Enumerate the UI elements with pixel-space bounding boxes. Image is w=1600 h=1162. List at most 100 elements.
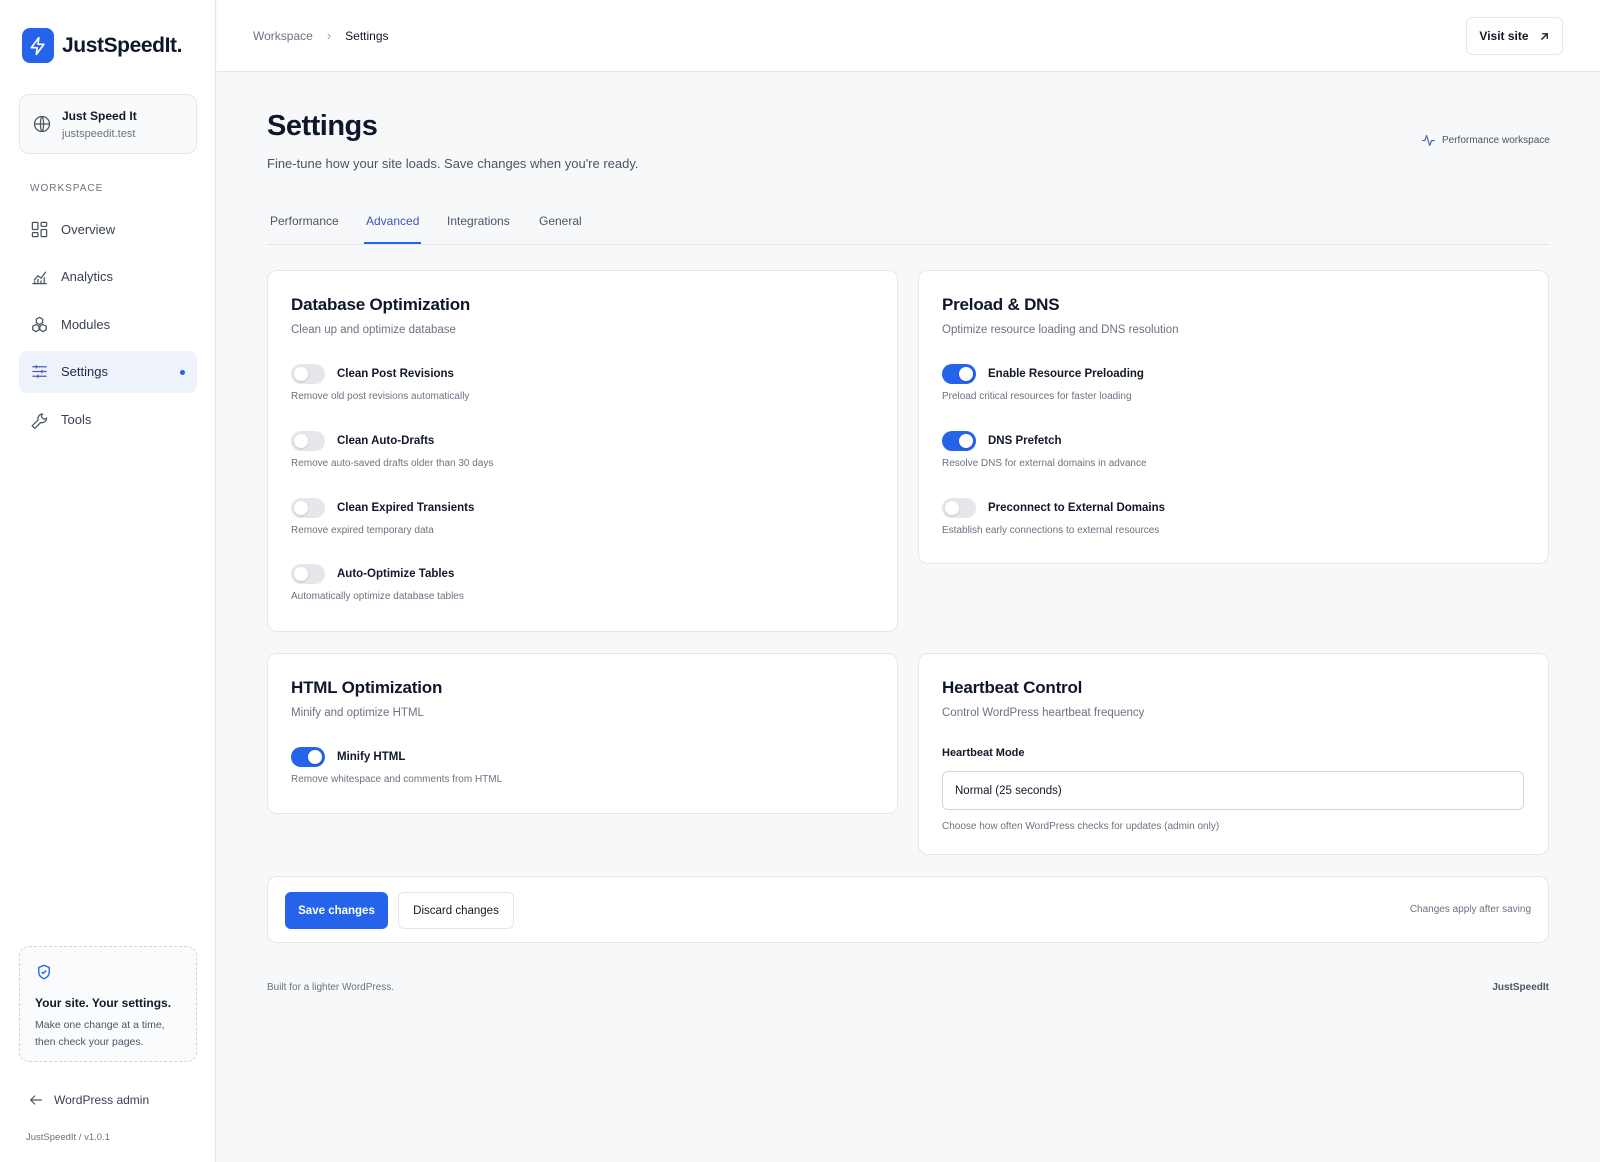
auto-optimize-tables-toggle[interactable] — [291, 564, 325, 584]
visit-site-button[interactable]: Visit site — [1466, 17, 1563, 55]
visit-site-label: Visit site — [1479, 29, 1529, 43]
sidebar-nav: Overview Analytics Modules Settings Tool… — [19, 208, 197, 446]
option-label: Clean Expired Transients — [337, 502, 475, 514]
option-label: Auto-Optimize Tables — [337, 568, 455, 580]
card-title: Heartbeat Control — [942, 678, 1083, 697]
enable-resource-preloading-toggle[interactable] — [942, 364, 976, 384]
option-description: Resolve DNS for external domains in adva… — [942, 458, 1147, 469]
performance-workspace-label: Performance workspace — [1442, 135, 1550, 146]
globe-icon — [33, 115, 51, 133]
option-description: Automatically optimize database tables — [291, 591, 464, 602]
grid-icon — [31, 221, 48, 237]
option-description: Remove auto-saved drafts older than 30 d… — [291, 458, 494, 469]
toggle-knob — [294, 567, 308, 581]
tab-general[interactable]: General — [539, 214, 582, 228]
settings-tabs: Performance Advanced Integrations Genera… — [267, 205, 1549, 245]
option-label: DNS Prefetch — [988, 435, 1062, 447]
breadcrumb: Workspace › Settings — [253, 28, 389, 43]
toggle-knob — [959, 434, 973, 448]
activity-icon — [1422, 134, 1435, 147]
sliders-icon — [32, 365, 47, 378]
chart-icon — [32, 271, 47, 285]
sidebar-item-label: Tools — [61, 411, 92, 427]
external-arrow-icon — [1540, 32, 1548, 40]
option-description: Establish early connections to external … — [942, 525, 1160, 536]
option-label: Enable Resource Preloading — [988, 368, 1144, 380]
topbar: Workspace › Settings Visit site — [217, 0, 1600, 72]
tab-advanced[interactable]: Advanced — [366, 214, 419, 228]
option-clean-post-revisions: Clean Post Revisions Remove old post rev… — [291, 364, 851, 402]
heartbeat-mode-select[interactable]: Normal (25 seconds) — [942, 771, 1524, 810]
option-enable-resource-preloading: Enable Resource Preloading Preload criti… — [942, 364, 1502, 402]
save-bar: Save changes Discard changes Changes app… — [267, 876, 1549, 943]
option-preconnect-external-domains: Preconnect to External Domains Establish… — [942, 498, 1502, 536]
option-minify-html: Minify HTML Remove whitespace and commen… — [291, 747, 851, 785]
sidebar-item-tools[interactable]: Tools — [19, 398, 197, 440]
option-auto-optimize-tables: Auto-Optimize Tables Automatically optim… — [291, 564, 851, 602]
page-title: Settings — [267, 110, 378, 142]
breadcrumb-workspace[interactable]: Workspace — [253, 29, 313, 43]
sidebar-item-analytics[interactable]: Analytics — [19, 256, 197, 298]
option-description: Remove expired temporary data — [291, 525, 434, 536]
card-subtitle: Minify and optimize HTML — [291, 707, 424, 719]
option-label: Clean Auto-Drafts — [337, 435, 435, 447]
card-title: HTML Optimization — [291, 678, 443, 697]
footer-tagline: Built for a lighter WordPress. — [267, 982, 395, 993]
workspace-section-label: WORKSPACE — [30, 183, 104, 194]
tip-title: Your site. Your settings. — [35, 996, 172, 1010]
clean-expired-transients-toggle[interactable] — [291, 498, 325, 518]
save-changes-button[interactable]: Save changes — [285, 892, 388, 929]
breadcrumb-current: Settings — [345, 28, 389, 43]
brand-logo[interactable]: JustSpeedIt. — [22, 28, 182, 63]
heartbeat-mode-help: Choose how often WordPress checks for up… — [942, 821, 1220, 832]
sidebar-item-overview[interactable]: Overview — [19, 208, 197, 250]
clean-post-revisions-toggle[interactable] — [291, 364, 325, 384]
toggle-knob — [959, 367, 973, 381]
html-optimization-card: HTML Optimization Minify and optimize HT… — [267, 653, 898, 814]
wrench-icon — [31, 412, 48, 429]
tip-card: Your site. Your settings. Make one chang… — [19, 946, 197, 1062]
heartbeat-mode-value: Normal (25 seconds) — [955, 784, 1062, 797]
card-subtitle: Control WordPress heartbeat frequency — [942, 707, 1145, 719]
sidebar-item-label: Settings — [61, 364, 108, 379]
sidebar-item-label: Modules — [61, 316, 111, 332]
shield-check-icon — [38, 964, 50, 980]
dns-prefetch-toggle[interactable] — [942, 431, 976, 451]
option-description: Remove old post revisions automatically — [291, 391, 470, 402]
lightning-icon — [22, 28, 54, 63]
discard-changes-button[interactable]: Discard changes — [398, 892, 514, 929]
preload-dns-card: Preload & DNS Optimize resource loading … — [918, 270, 1549, 564]
heartbeat-mode-label: Heartbeat Mode — [942, 747, 1025, 759]
sidebar: JustSpeedIt. Just Speed It justspeedit.t… — [0, 0, 216, 1162]
card-subtitle: Optimize resource loading and DNS resolu… — [942, 324, 1179, 336]
site-name: Just Speed It — [62, 108, 137, 123]
save-note: Changes apply after saving — [1409, 904, 1531, 915]
active-indicator-dot — [180, 369, 185, 375]
preconnect-external-domains-toggle[interactable] — [942, 498, 976, 518]
toggle-knob — [945, 501, 959, 515]
option-clean-auto-drafts: Clean Auto-Drafts Remove auto-saved draf… — [291, 431, 851, 469]
minify-html-toggle[interactable] — [291, 747, 325, 767]
brand-name: JustSpeedIt. — [62, 33, 183, 57]
card-title: Preload & DNS — [942, 295, 1060, 314]
sidebar-item-settings[interactable]: Settings — [19, 350, 197, 393]
toggle-knob — [294, 367, 308, 381]
breadcrumb-separator: › — [326, 28, 332, 43]
tab-performance[interactable]: Performance — [270, 214, 339, 228]
option-description: Remove whitespace and comments from HTML — [291, 774, 503, 785]
toggle-knob — [294, 434, 308, 448]
wordpress-admin-link[interactable]: WordPress admin — [28, 1092, 149, 1108]
sidebar-item-modules[interactable]: Modules — [19, 303, 197, 345]
option-label: Preconnect to External Domains — [988, 502, 1166, 514]
wordpress-admin-label: WordPress admin — [54, 1093, 150, 1107]
tab-integrations[interactable]: Integrations — [447, 214, 510, 228]
option-dns-prefetch: DNS Prefetch Resolve DNS for external do… — [942, 431, 1502, 469]
page-subtitle: Fine-tune how your site loads. Save chan… — [267, 156, 639, 171]
sidebar-item-label: Overview — [61, 221, 116, 237]
card-title: Database Optimization — [291, 295, 471, 314]
tip-body: Make one change at a time, then check yo… — [35, 1019, 165, 1048]
option-label: Clean Post Revisions — [337, 368, 454, 380]
clean-auto-drafts-toggle[interactable] — [291, 431, 325, 451]
version-label: JustSpeedIt / v1.0.1 — [26, 1132, 110, 1143]
site-switcher[interactable]: Just Speed It justspeedit.test — [19, 94, 197, 154]
